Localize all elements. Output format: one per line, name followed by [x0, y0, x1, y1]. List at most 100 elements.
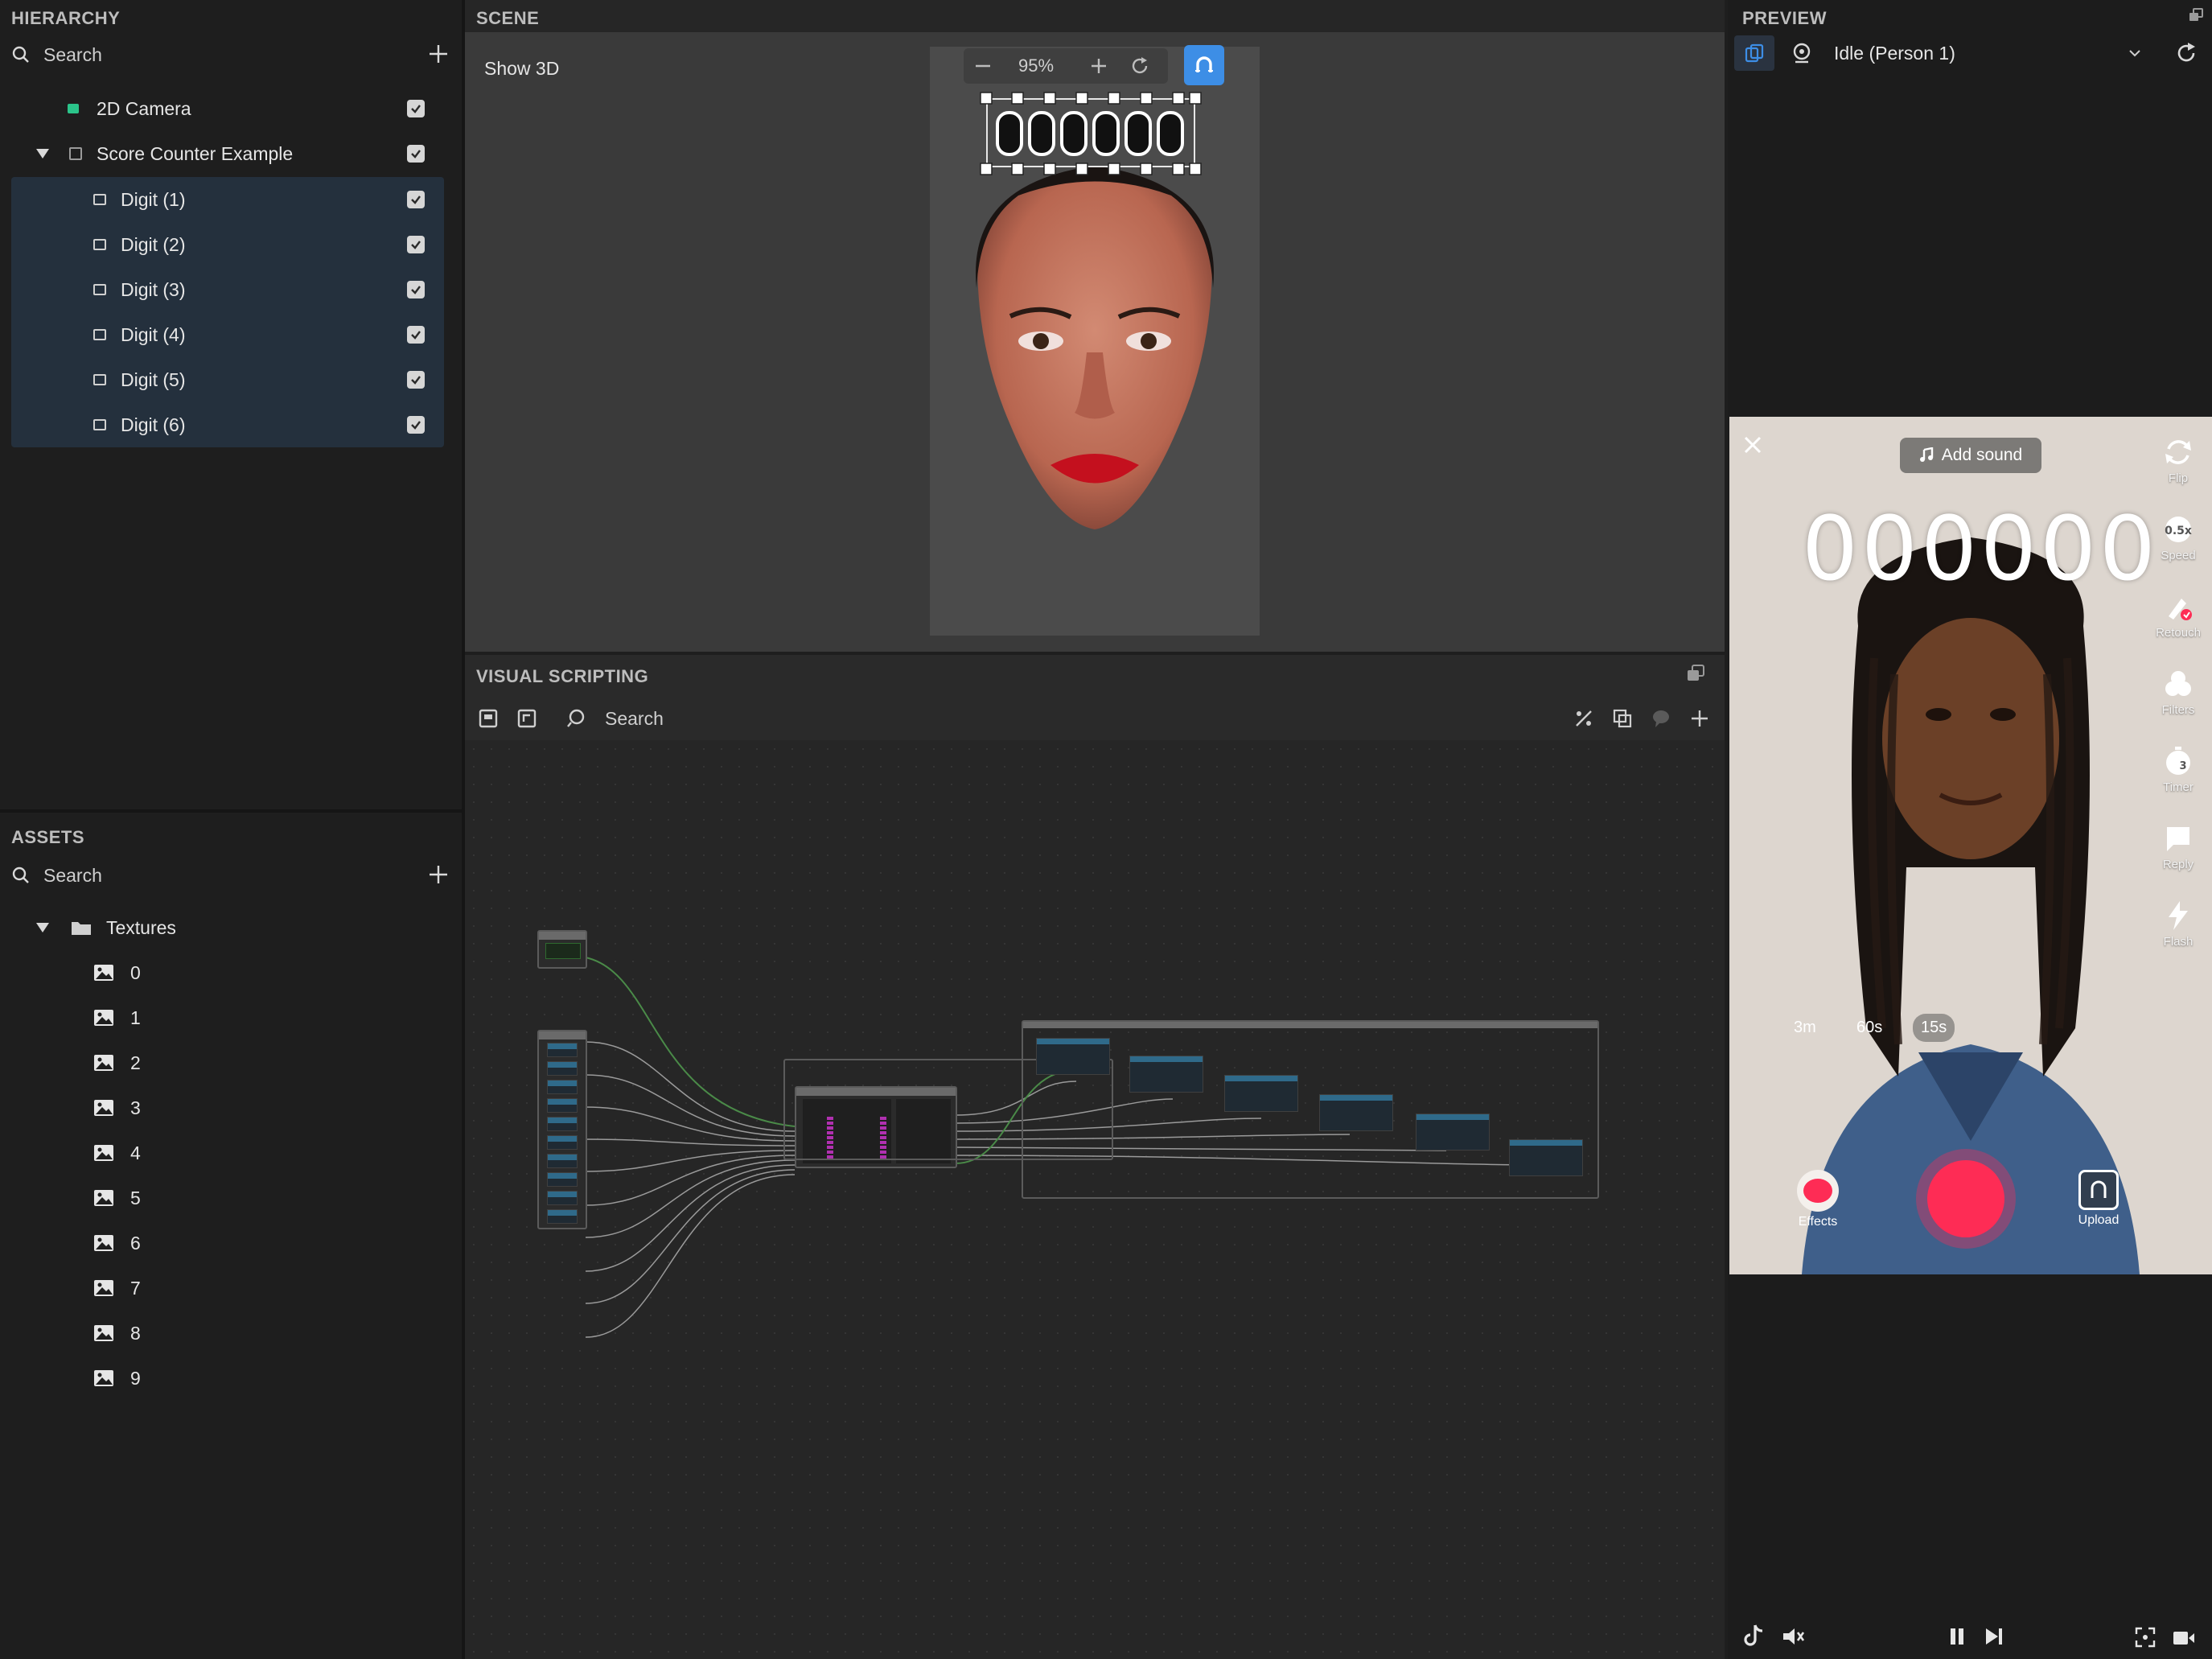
add-asset-button[interactable] [428, 864, 449, 885]
collapse-arrow-icon[interactable] [35, 922, 50, 933]
digit-textures-node[interactable] [537, 1030, 587, 1229]
flip-icon [2165, 440, 2191, 464]
preview-subject-dropdown[interactable]: Idle (Person 1) [1826, 35, 2148, 71]
hierarchy-item-digit-1[interactable]: Digit (1) [11, 177, 444, 222]
refresh-icon[interactable] [2175, 42, 2198, 64]
asset-texture-5[interactable]: 5 [11, 1175, 446, 1221]
webcam-icon[interactable] [1791, 42, 1813, 64]
zoom-in-icon[interactable] [1089, 56, 1108, 76]
upload-button[interactable]: Upload [2070, 1170, 2127, 1228]
retouch-button[interactable]: Retouch [2154, 591, 2202, 640]
snap-magnet-button[interactable] [1184, 45, 1224, 85]
frame-view-icon[interactable] [516, 708, 537, 729]
effects-button[interactable]: Effects [1794, 1170, 1842, 1229]
assets-search[interactable]: Search [11, 861, 253, 890]
hierarchy-item-digit-5[interactable]: Digit (5) [11, 357, 444, 402]
fullscreen-icon[interactable] [2135, 1627, 2156, 1648]
visibility-checkbox[interactable] [407, 371, 425, 389]
node-graph-canvas[interactable] [465, 740, 1725, 1659]
magnet-icon [1195, 56, 1213, 72]
asset-texture-6[interactable]: 6 [11, 1221, 446, 1266]
show-3d-toggle[interactable]: Show 3D [484, 58, 559, 80]
asset-label: 9 [130, 1367, 141, 1389]
asset-texture-0[interactable]: 0 [11, 950, 446, 995]
record-video-icon[interactable] [2172, 1628, 2196, 1648]
texture-input[interactable] [547, 1172, 578, 1187]
preview-mode-button[interactable] [1734, 35, 1774, 71]
close-icon[interactable] [1741, 433, 1765, 457]
duration-3m[interactable]: 3m [1794, 1019, 1816, 1037]
step-forward-icon[interactable] [1984, 1627, 2004, 1646]
hierarchy-item-digit-2[interactable]: Digit (2) [11, 222, 444, 267]
visibility-checkbox[interactable] [407, 236, 425, 253]
add-node-button[interactable] [1689, 708, 1710, 729]
texture-input[interactable] [547, 1135, 578, 1150]
set-texture-node[interactable] [1416, 1114, 1490, 1151]
texture-input[interactable] [547, 1098, 578, 1113]
search-icon[interactable] [566, 708, 587, 729]
timer-button[interactable]: 3 Timer [2154, 745, 2202, 794]
add-sound-button[interactable]: Add sound [1900, 438, 2041, 473]
record-button[interactable] [1916, 1149, 2016, 1249]
assets-folder-textures[interactable]: Textures [11, 905, 446, 950]
popout-icon[interactable] [2188, 8, 2204, 23]
visibility-checkbox[interactable] [407, 191, 425, 208]
set-texture-node[interactable] [1509, 1139, 1583, 1176]
texture-input[interactable] [547, 1154, 578, 1168]
set-texture-node[interactable] [1036, 1038, 1110, 1075]
hierarchy-item-digit-3[interactable]: Digit (3) [11, 267, 444, 312]
scene-panel: SCENE Show 3D 95% [465, 0, 1725, 652]
set-texture-node[interactable] [1224, 1075, 1298, 1112]
mute-icon[interactable] [1781, 1625, 1805, 1648]
tiktok-icon[interactable] [1742, 1624, 1765, 1648]
visibility-checkbox[interactable] [407, 326, 425, 344]
hierarchy-item-digit-4[interactable]: Digit (4) [11, 312, 444, 357]
visibility-checkbox[interactable] [407, 145, 425, 163]
texture-input[interactable] [547, 1043, 578, 1057]
chevron-down-icon [2129, 50, 2140, 57]
asset-texture-3[interactable]: 3 [11, 1085, 446, 1130]
duration-60s[interactable]: 60s [1856, 1019, 1882, 1037]
duration-15s[interactable]: 15s [1913, 1014, 1955, 1042]
speed-button[interactable]: 0.5x Speed [2154, 513, 2202, 562]
set-texture-chain-group[interactable] [1022, 1020, 1599, 1199]
reset-zoom-icon[interactable] [1129, 56, 1150, 76]
texture-input[interactable] [547, 1061, 578, 1076]
asset-texture-1[interactable]: 1 [11, 995, 446, 1040]
visibility-checkbox[interactable] [407, 416, 425, 434]
texture-input[interactable] [547, 1191, 578, 1205]
folder-icon [72, 922, 91, 935]
visibility-checkbox[interactable] [407, 100, 425, 117]
zoom-out-icon[interactable] [973, 56, 993, 76]
vs-search-placeholder[interactable]: Search [605, 708, 664, 730]
set-texture-node[interactable] [1319, 1094, 1393, 1131]
set-texture-node[interactable] [1129, 1056, 1203, 1093]
asset-texture-4[interactable]: 4 [11, 1130, 446, 1175]
zoom-level[interactable]: 95% [1018, 56, 1054, 76]
assets-panel: ASSETS Search Textures 0 1 2 3 4 5 6 7 8… [0, 813, 462, 1659]
reply-button[interactable]: Reply [2154, 822, 2202, 871]
visibility-checkbox[interactable] [407, 281, 425, 298]
popout-icon[interactable] [1686, 665, 1705, 682]
group-nodes-icon[interactable] [1612, 708, 1633, 729]
filters-button[interactable]: Filters [2154, 668, 2202, 717]
pause-icon[interactable] [1948, 1627, 1966, 1646]
comment-icon[interactable] [1651, 708, 1671, 729]
auto-layout-icon[interactable] [1573, 708, 1594, 729]
flash-button[interactable]: Flash [2154, 899, 2202, 949]
hierarchy-item-digit-6[interactable]: Digit (6) [11, 402, 444, 447]
side-label: Speed [2161, 549, 2196, 562]
phone-preview[interactable]: Add sound 000000 Flip 0.5x Speed Retouch… [1729, 417, 2212, 1274]
graph-view-icon[interactable] [478, 708, 499, 729]
asset-texture-7[interactable]: 7 [11, 1266, 446, 1311]
selection-handles[interactable] [980, 92, 1202, 175]
asset-texture-2[interactable]: 2 [11, 1040, 446, 1085]
texture-input[interactable] [547, 1117, 578, 1131]
asset-texture-9[interactable]: 9 [11, 1356, 446, 1401]
flip-button[interactable]: Flip [2154, 436, 2202, 485]
texture-input[interactable] [547, 1209, 578, 1224]
texture-input[interactable] [547, 1080, 578, 1094]
asset-texture-8[interactable]: 8 [11, 1311, 446, 1356]
asset-label: 3 [130, 1097, 141, 1118]
on-start-node[interactable] [537, 930, 587, 969]
